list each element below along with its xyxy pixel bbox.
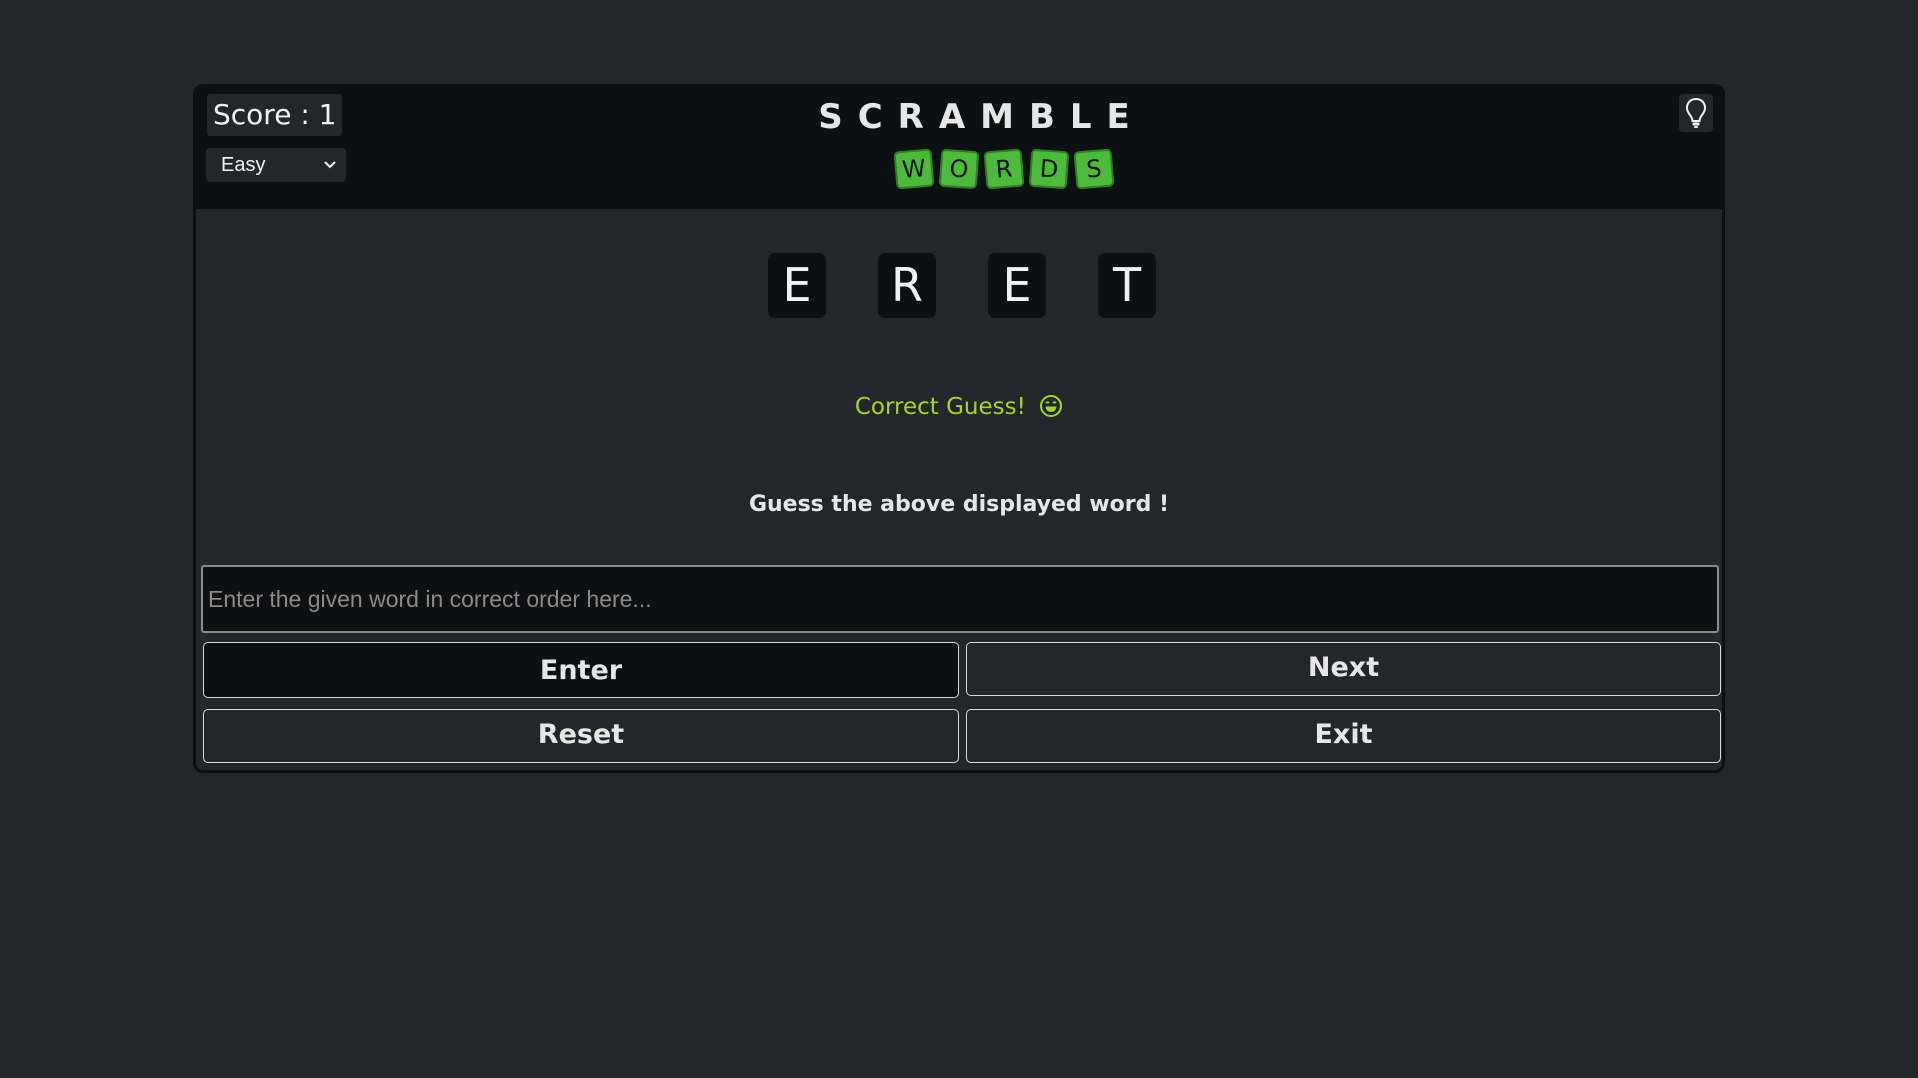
status-text: Correct Guess! xyxy=(854,394,1026,420)
logo-tile: D xyxy=(1028,148,1070,190)
logo-tile: W xyxy=(893,148,935,190)
letter-tile: E xyxy=(988,253,1046,318)
logo-tile: R xyxy=(983,148,1025,190)
logo-tile: S xyxy=(1073,148,1115,190)
hint-button[interactable] xyxy=(1679,94,1713,132)
letter-tile: R xyxy=(878,253,936,318)
instruction-text: Guess the above displayed word ! xyxy=(748,492,1170,517)
next-button[interactable]: Next xyxy=(966,642,1721,696)
header: Score : 1 Easy SCRAMBLE W O R D S xyxy=(196,87,1722,209)
word-input[interactable] xyxy=(201,565,1719,633)
difficulty-select[interactable]: Easy xyxy=(206,148,346,182)
enter-button[interactable]: Enter xyxy=(203,642,959,698)
logo-title: SCRAMBLE xyxy=(818,97,1145,137)
game-card: Score : 1 Easy SCRAMBLE W O R D S E R E xyxy=(193,84,1725,773)
status-message: Correct Guess! xyxy=(196,392,1722,422)
chevron-down-icon xyxy=(324,161,336,169)
lightbulb-icon xyxy=(1685,97,1707,128)
logo-tiles: W O R D S xyxy=(893,148,1115,190)
scrambled-letters: E R E T xyxy=(196,253,1722,318)
exit-button[interactable]: Exit xyxy=(966,709,1721,763)
letter-tile: E xyxy=(768,253,826,318)
letter-tile: T xyxy=(1098,253,1156,318)
reset-button[interactable]: Reset xyxy=(203,709,959,763)
difficulty-selected-value: Easy xyxy=(221,154,266,176)
smile-emoji-icon xyxy=(1039,392,1063,422)
logo-tile: O xyxy=(938,148,980,190)
